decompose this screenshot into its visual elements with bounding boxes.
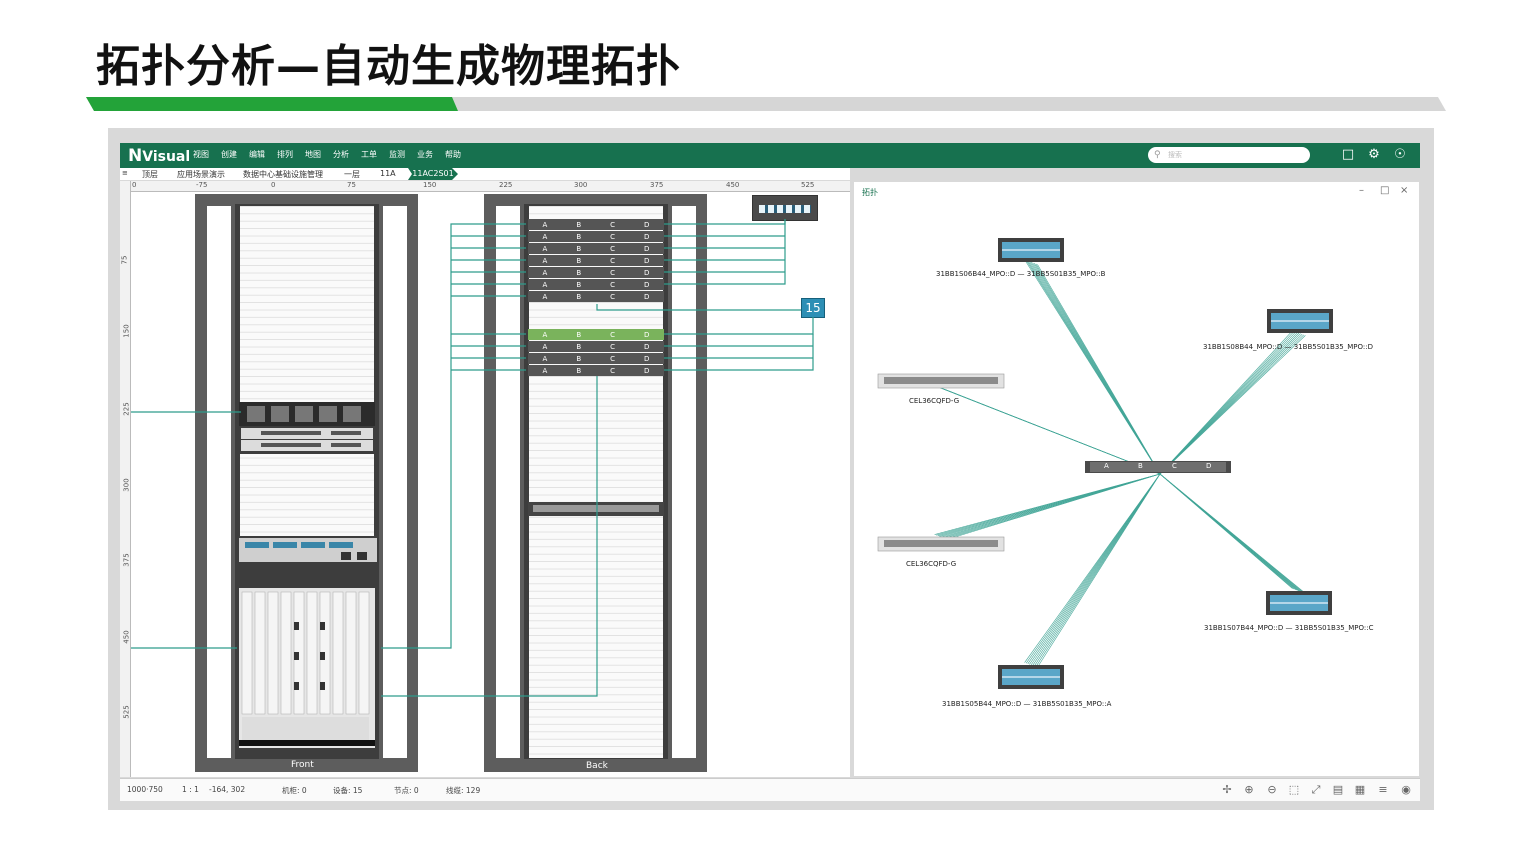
menu-item-create[interactable]: 创建 bbox=[221, 149, 237, 160]
chat-icon[interactable]: □ bbox=[1340, 147, 1356, 163]
menu-item-monitor[interactable]: 监测 bbox=[389, 149, 405, 160]
close-icon[interactable]: × bbox=[1400, 185, 1408, 196]
topology-panel: 拓扑 – □ × A B C D 31BB1S06B44_MPO::D — 31… bbox=[854, 182, 1419, 776]
node-count: 节点: 0 bbox=[394, 786, 419, 795]
search-input[interactable]: ⚲ 搜索 bbox=[1148, 147, 1310, 163]
topology-node-label[interactable]: CEL36CQFD-G bbox=[906, 560, 956, 568]
breadcrumb-item[interactable]: 顶层 bbox=[142, 169, 158, 180]
rack-canvas[interactable]: ABCDABCDABCDABCDABCDABCDABCDABCDABCDABCD… bbox=[131, 192, 850, 777]
device-count: 设备: 15 bbox=[333, 786, 363, 795]
topology-node-label[interactable]: 31BB1S07B44_MPO::D — 31BB5S01B35_MPO::C bbox=[1204, 624, 1374, 632]
menu-item-workorder[interactable]: 工单 bbox=[361, 149, 377, 160]
hub-port-label: A bbox=[1104, 462, 1109, 470]
fullscreen-icon[interactable]: ⤢ bbox=[1309, 783, 1323, 797]
layers-icon[interactable]: ≡ bbox=[122, 169, 128, 177]
hub-port-label: B bbox=[1138, 462, 1143, 470]
hub-port-label: C bbox=[1172, 462, 1177, 470]
cursor-coords: -164, 302 bbox=[209, 785, 246, 794]
slide-title: 拓扑分析—自动生成物理拓扑 bbox=[96, 41, 681, 92]
search-icon: ⚲ bbox=[1154, 150, 1161, 160]
grid-icon[interactable]: ▦ bbox=[1353, 783, 1367, 797]
menu-item-analysis[interactable]: 分析 bbox=[333, 149, 349, 160]
topology-link bbox=[947, 473, 1161, 540]
zoom-out-icon[interactable]: ⊖ bbox=[1265, 783, 1279, 797]
topology-node-label[interactable]: 31BB1S08B44_MPO::D — 31BB5S01B35_MPO::D bbox=[1203, 343, 1373, 351]
breadcrumb: ≡ 顶层 应用场景演示 数据中心基础设施管理 一层 11A 11AC2S01 bbox=[120, 168, 850, 180]
menu-item-edit[interactable]: 编辑 bbox=[249, 149, 265, 160]
vertical-ruler: 75 150 225 300 375 450 525 bbox=[120, 181, 131, 777]
layers-toggle-icon[interactable]: ≡ bbox=[1376, 783, 1390, 797]
cabinet-count: 机柜: 0 bbox=[282, 786, 307, 795]
app-topbar: NVisual 视图 创建 编辑 排列 地图 分析 工单 监测 业务 帮助 ⚲ … bbox=[120, 143, 1420, 168]
hub-port-label: D bbox=[1206, 462, 1212, 470]
status-bar: 1000·750 1 : 1 -164, 302 机柜: 0 设备: 15 节点… bbox=[120, 778, 1420, 801]
topology-panel-title: 拓扑 bbox=[862, 188, 878, 197]
maximize-icon[interactable]: □ bbox=[1380, 185, 1389, 196]
move-icon[interactable]: ✢ bbox=[1220, 783, 1234, 797]
user-icon[interactable]: ☉ bbox=[1392, 147, 1408, 163]
minimize-icon[interactable]: – bbox=[1359, 185, 1364, 196]
menu-item-view[interactable]: 视图 bbox=[193, 149, 209, 160]
overview-icon[interactable]: ◉ bbox=[1399, 783, 1413, 797]
breadcrumb-item[interactable]: 11A bbox=[380, 169, 396, 178]
gear-icon[interactable]: ⚙ bbox=[1366, 147, 1382, 163]
menu-item-business[interactable]: 业务 bbox=[417, 149, 433, 160]
rack-links bbox=[131, 219, 814, 697]
topology-node-label[interactable]: 31BB1S05B44_MPO::D — 31BB5S01B35_MPO::A bbox=[942, 700, 1111, 708]
menu-item-help[interactable]: 帮助 bbox=[445, 149, 461, 160]
zoom-scale: 1 : 1 bbox=[182, 785, 199, 794]
fit-view-icon[interactable]: ⬚ bbox=[1287, 783, 1301, 797]
topology-node-label[interactable]: 31BB1S06B44_MPO::D — 31BB5S01B35_MPO::B bbox=[936, 270, 1105, 278]
menu-item-map[interactable]: 地图 bbox=[305, 149, 321, 160]
back-rack-label: Back bbox=[586, 761, 608, 771]
breadcrumb-item[interactable]: 一层 bbox=[344, 169, 360, 180]
breadcrumb-item[interactable]: 应用场景演示 bbox=[177, 169, 225, 180]
topology-link bbox=[1037, 264, 1161, 475]
canvas-size: 1000·750 bbox=[127, 785, 163, 794]
zoom-in-icon[interactable]: ⊕ bbox=[1242, 783, 1256, 797]
title-underline bbox=[86, 97, 1446, 111]
breadcrumb-current[interactable]: 11AC2S01 bbox=[408, 168, 458, 180]
list-icon[interactable]: ▤ bbox=[1331, 783, 1345, 797]
app-logo[interactable]: NVisual bbox=[128, 146, 190, 166]
topology-node-label[interactable]: CEL36CQFD-G bbox=[909, 397, 959, 405]
topology-link bbox=[1159, 335, 1306, 475]
topology-link bbox=[1159, 473, 1306, 594]
breadcrumb-item[interactable]: 数据中心基础设施管理 bbox=[243, 169, 323, 180]
front-rack-label: Front bbox=[291, 760, 314, 770]
link-count: 线缆: 129 bbox=[446, 786, 481, 795]
main-menu: 视图 创建 编辑 排列 地图 分析 工单 监测 业务 帮助 bbox=[193, 149, 473, 160]
menu-item-arrange[interactable]: 排列 bbox=[277, 149, 293, 160]
horizontal-ruler: 0 -75 0 75 150 225 300 375 450 525 bbox=[130, 181, 850, 192]
